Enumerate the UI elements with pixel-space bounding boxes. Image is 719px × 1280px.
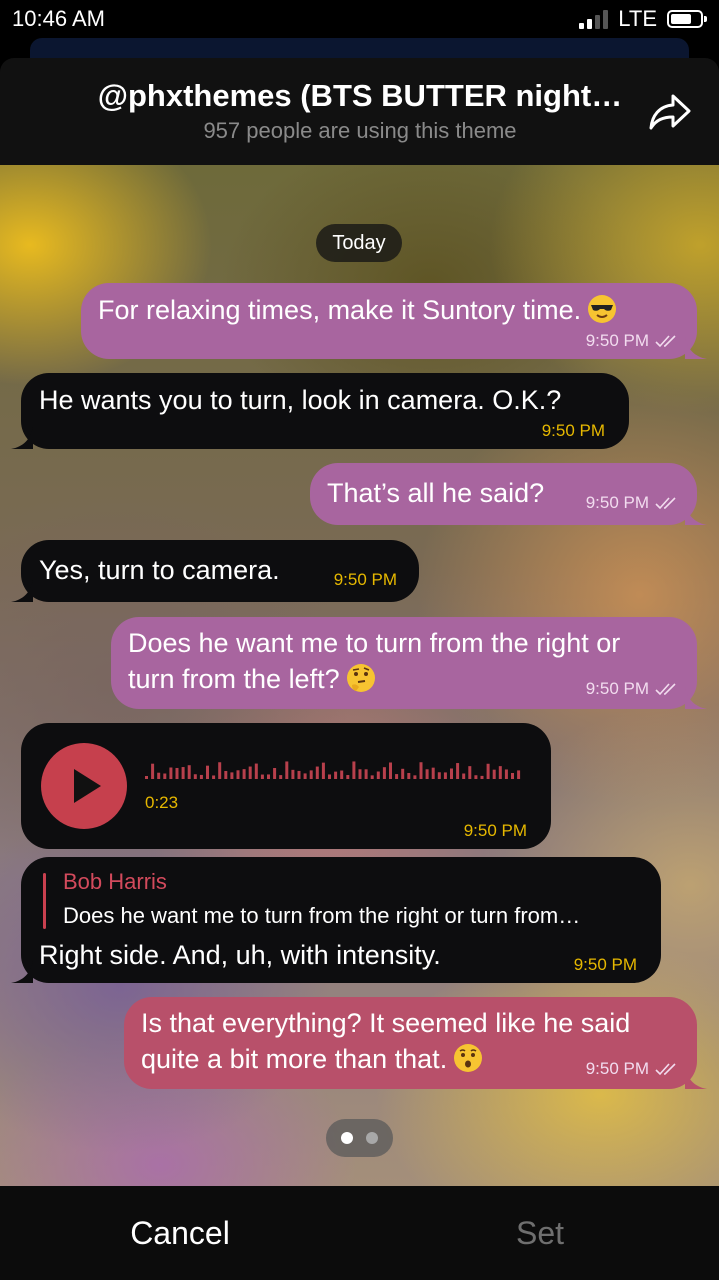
message-time: 9:50 PM — [585, 1059, 649, 1078]
theme-preview-header: @phxthemes (BTS BUTTER night… 957 people… — [0, 58, 719, 165]
hushed-face-emoji — [454, 1044, 483, 1072]
theme-users-count: 957 people are using this theme — [203, 118, 517, 143]
read-checkmarks-icon — [655, 497, 676, 510]
message-time: 9:50 PM — [463, 821, 527, 840]
battery-icon — [667, 10, 707, 28]
message-time: 9:50 PM — [585, 493, 649, 512]
read-checkmarks-icon — [655, 683, 676, 696]
message-time: 9:50 PM — [541, 421, 605, 440]
incoming-message[interactable]: Yes, turn to camera. 9:50 PM — [11, 540, 419, 602]
status-bar: 10:46 AM LTE — [0, 0, 719, 40]
outgoing-message[interactable]: That’s all he said? 9:50 PM — [310, 463, 707, 525]
page-dot-2[interactable] — [366, 1132, 378, 1144]
theme-title: @phxthemes (BTS BUTTER night… — [97, 78, 623, 113]
thinking-face-emoji — [346, 664, 375, 692]
reply-author[interactable]: Bob Harris — [63, 869, 167, 895]
page-dot-1[interactable] — [341, 1132, 353, 1144]
date-separator: Today — [316, 224, 402, 262]
incoming-message[interactable]: He wants you to turn, look in camera. O.… — [11, 373, 629, 449]
signal-icon — [579, 9, 609, 29]
read-checkmarks-icon — [655, 335, 676, 348]
message-text-line-2: turn from the left? — [128, 664, 340, 694]
chat-preview[interactable]: Today For relaxing times, make it Suntor… — [0, 165, 719, 1186]
message-text: Right side. And, uh, with intensity. — [39, 940, 441, 970]
play-icon — [74, 769, 101, 803]
set-button[interactable]: Set — [440, 1186, 640, 1280]
incoming-reply-message[interactable]: Bob Harris Does he want me to turn from … — [11, 857, 661, 983]
bubble-tail — [11, 427, 33, 449]
network-type: LTE — [618, 6, 657, 31]
bubble-tail — [685, 1067, 707, 1089]
outgoing-message[interactable]: For relaxing times, make it Suntory time… — [81, 283, 707, 359]
voice-waveform[interactable] — [145, 755, 525, 781]
message-text: That’s all he said? — [327, 478, 545, 508]
message-text: Yes, turn to camera. — [39, 555, 280, 585]
message-text: For relaxing times, make it Suntory time… — [98, 295, 582, 325]
bubble-tail — [685, 337, 707, 359]
bubble-tail — [685, 687, 707, 709]
read-checkmarks-icon — [655, 1063, 676, 1076]
play-button[interactable] — [41, 743, 127, 829]
outgoing-message[interactable]: Does he want me to turn from the right o… — [111, 617, 707, 709]
voice-duration: 0:23 — [145, 793, 179, 812]
message-time: 9:50 PM — [573, 955, 637, 974]
message-text: He wants you to turn, look in camera. O.… — [39, 385, 562, 415]
message-time: 9:50 PM — [585, 331, 649, 350]
message-text-line-1: Does he want me to turn from the right o… — [128, 628, 621, 658]
page-indicator[interactable] — [326, 1119, 393, 1157]
message-text-line-2: quite a bit more than that. — [141, 1044, 448, 1074]
bottom-action-bar: Cancel Set — [0, 1186, 719, 1280]
message-time: 9:50 PM — [585, 679, 649, 698]
status-indicators: LTE — [579, 6, 707, 32]
status-time: 10:46 AM — [12, 6, 105, 31]
reply-quote[interactable]: Does he want me to turn from the right o… — [63, 903, 643, 929]
bubble-tail — [685, 503, 707, 525]
cancel-button[interactable]: Cancel — [80, 1186, 280, 1280]
reply-accent-bar — [43, 873, 46, 929]
incoming-voice-message[interactable]: 0:23 9:50 PM — [21, 723, 551, 849]
outgoing-message[interactable]: Is that everything? It seemed like he sa… — [124, 997, 707, 1089]
message-text-line-1: Is that everything? It seemed like he sa… — [141, 1008, 631, 1038]
message-time: 9:50 PM — [333, 570, 397, 589]
sunglasses-face-emoji — [588, 295, 617, 323]
bubble-tail — [11, 961, 33, 983]
share-arrow-icon[interactable] — [647, 92, 693, 132]
bubble-tail — [11, 580, 33, 602]
